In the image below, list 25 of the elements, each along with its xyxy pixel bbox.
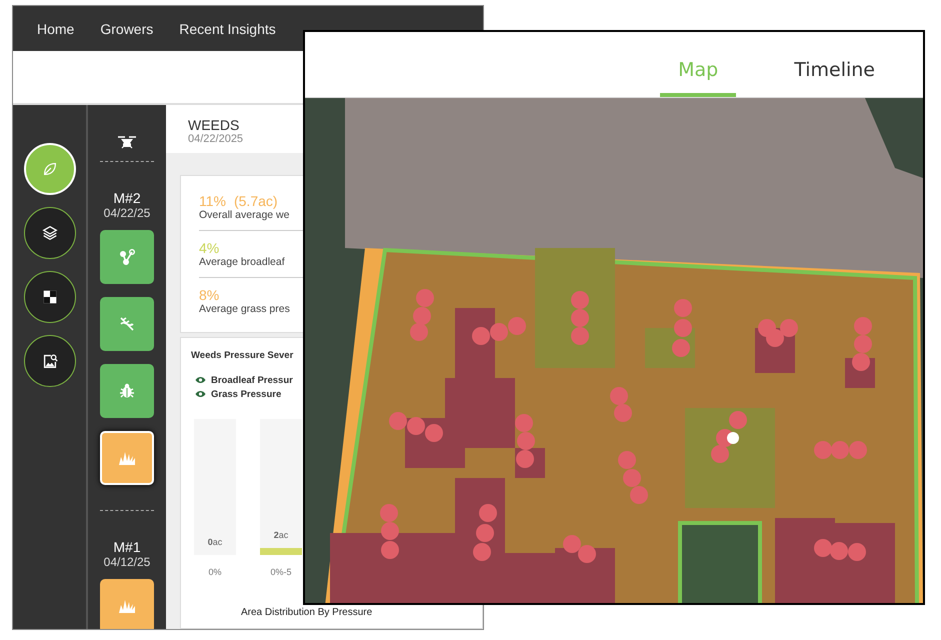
legend-label: Grass Pressure (211, 388, 282, 400)
bar-range: 0% (208, 567, 222, 577)
scan-date: 04/22/25 (104, 206, 150, 220)
stat-label: Average grass pres (199, 303, 291, 315)
stat-value: 4% (199, 240, 220, 256)
nav-link[interactable]: Home (37, 20, 74, 36)
scan-name: M#1 (113, 539, 141, 555)
report-date: 04/22/2025 (188, 133, 244, 145)
chart-caption: Area Distribution By Pressure (241, 607, 374, 618)
stat-label: Overall average we (199, 209, 290, 221)
report-title: WEEDS (188, 117, 240, 133)
card-title: Weeds Pressure Sever (191, 350, 294, 361)
scan-date: 04/12/25 (104, 555, 150, 569)
nav-link[interactable]: Growers (100, 20, 154, 36)
scan-name: M#2 (113, 190, 141, 206)
nav-link[interactable]: Recent Insights (179, 20, 276, 36)
stat-value: 8% (199, 287, 220, 303)
stat-acres: (5.7ac) (234, 193, 278, 209)
stat-value: 11% (199, 193, 226, 209)
stat-label: Average broadleaf (199, 256, 286, 268)
view-tab[interactable]: Timeline (776, 32, 893, 97)
bar-value: 0ac (208, 537, 222, 547)
bar-range: 0%-5 (270, 567, 292, 577)
legend-label: Broadleaf Pressur (211, 374, 293, 386)
bar-value: 2ac (274, 530, 288, 540)
